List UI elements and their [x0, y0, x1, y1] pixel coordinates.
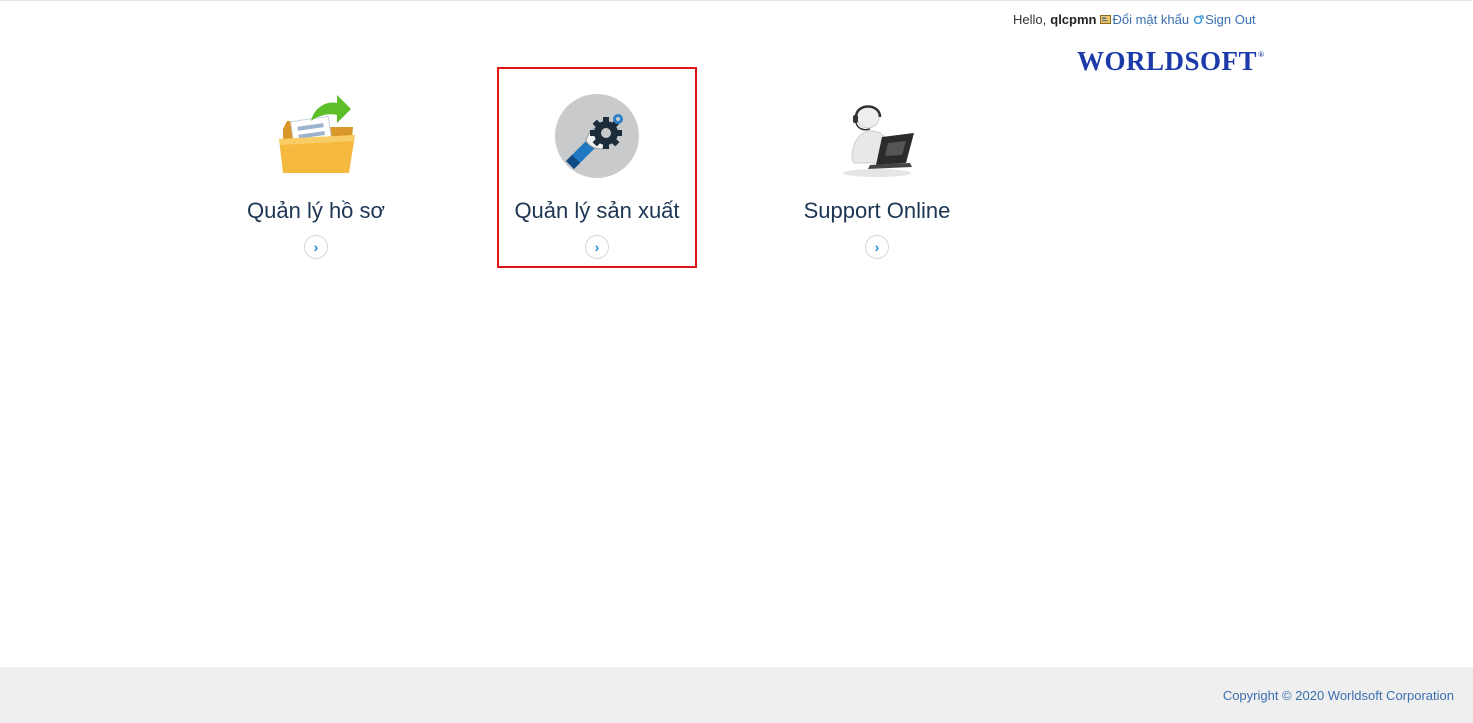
brand-logo: WORLDSOFT® — [1077, 46, 1265, 77]
gear-hand-icon — [552, 91, 642, 181]
go-button[interactable]: › — [865, 235, 889, 259]
greeting-text: Hello, — [1013, 12, 1047, 27]
chevron-right-icon: › — [874, 239, 880, 255]
chevron-right-icon: › — [313, 239, 319, 255]
support-agent-icon — [832, 91, 922, 181]
sign-out-label: Sign Out — [1205, 12, 1256, 27]
key-card-icon — [1100, 15, 1112, 24]
registered-mark: ® — [1258, 50, 1265, 59]
folder-icon — [271, 91, 361, 181]
footer: Copyright © 2020 Worldsoft Corporation — [0, 667, 1473, 723]
chevron-right-icon: › — [594, 239, 600, 255]
module-title: Quản lý sản xuất — [514, 198, 680, 223]
username: qlcpmn — [1050, 12, 1097, 27]
user-bar: Hello, qlcpmn Đổi mật khẩu Sign Out — [1013, 12, 1256, 27]
brand-name: WORLDSOFT — [1077, 46, 1258, 76]
change-password-link[interactable]: Đổi mật khẩu — [1096, 12, 1189, 27]
module-records[interactable]: Quản lý hồ sơ › — [216, 67, 416, 268]
module-title: Support Online — [803, 198, 951, 223]
module-title: Quản lý hồ sơ — [247, 198, 385, 223]
sign-out-link[interactable]: Sign Out — [1189, 12, 1256, 27]
module-support[interactable]: Support Online › — [777, 67, 977, 268]
go-button[interactable]: › — [304, 235, 328, 259]
copyright-text: Copyright © 2020 Worldsoft Corporation — [1222, 688, 1454, 703]
module-production[interactable]: Quản lý sản xuất › — [497, 67, 697, 268]
sign-out-icon — [1193, 15, 1204, 25]
change-password-label: Đổi mật khẩu — [1112, 12, 1190, 27]
page: Hello, qlcpmn Đổi mật khẩu Sign Out WORL… — [0, 0, 1473, 723]
go-button[interactable]: › — [585, 235, 609, 259]
